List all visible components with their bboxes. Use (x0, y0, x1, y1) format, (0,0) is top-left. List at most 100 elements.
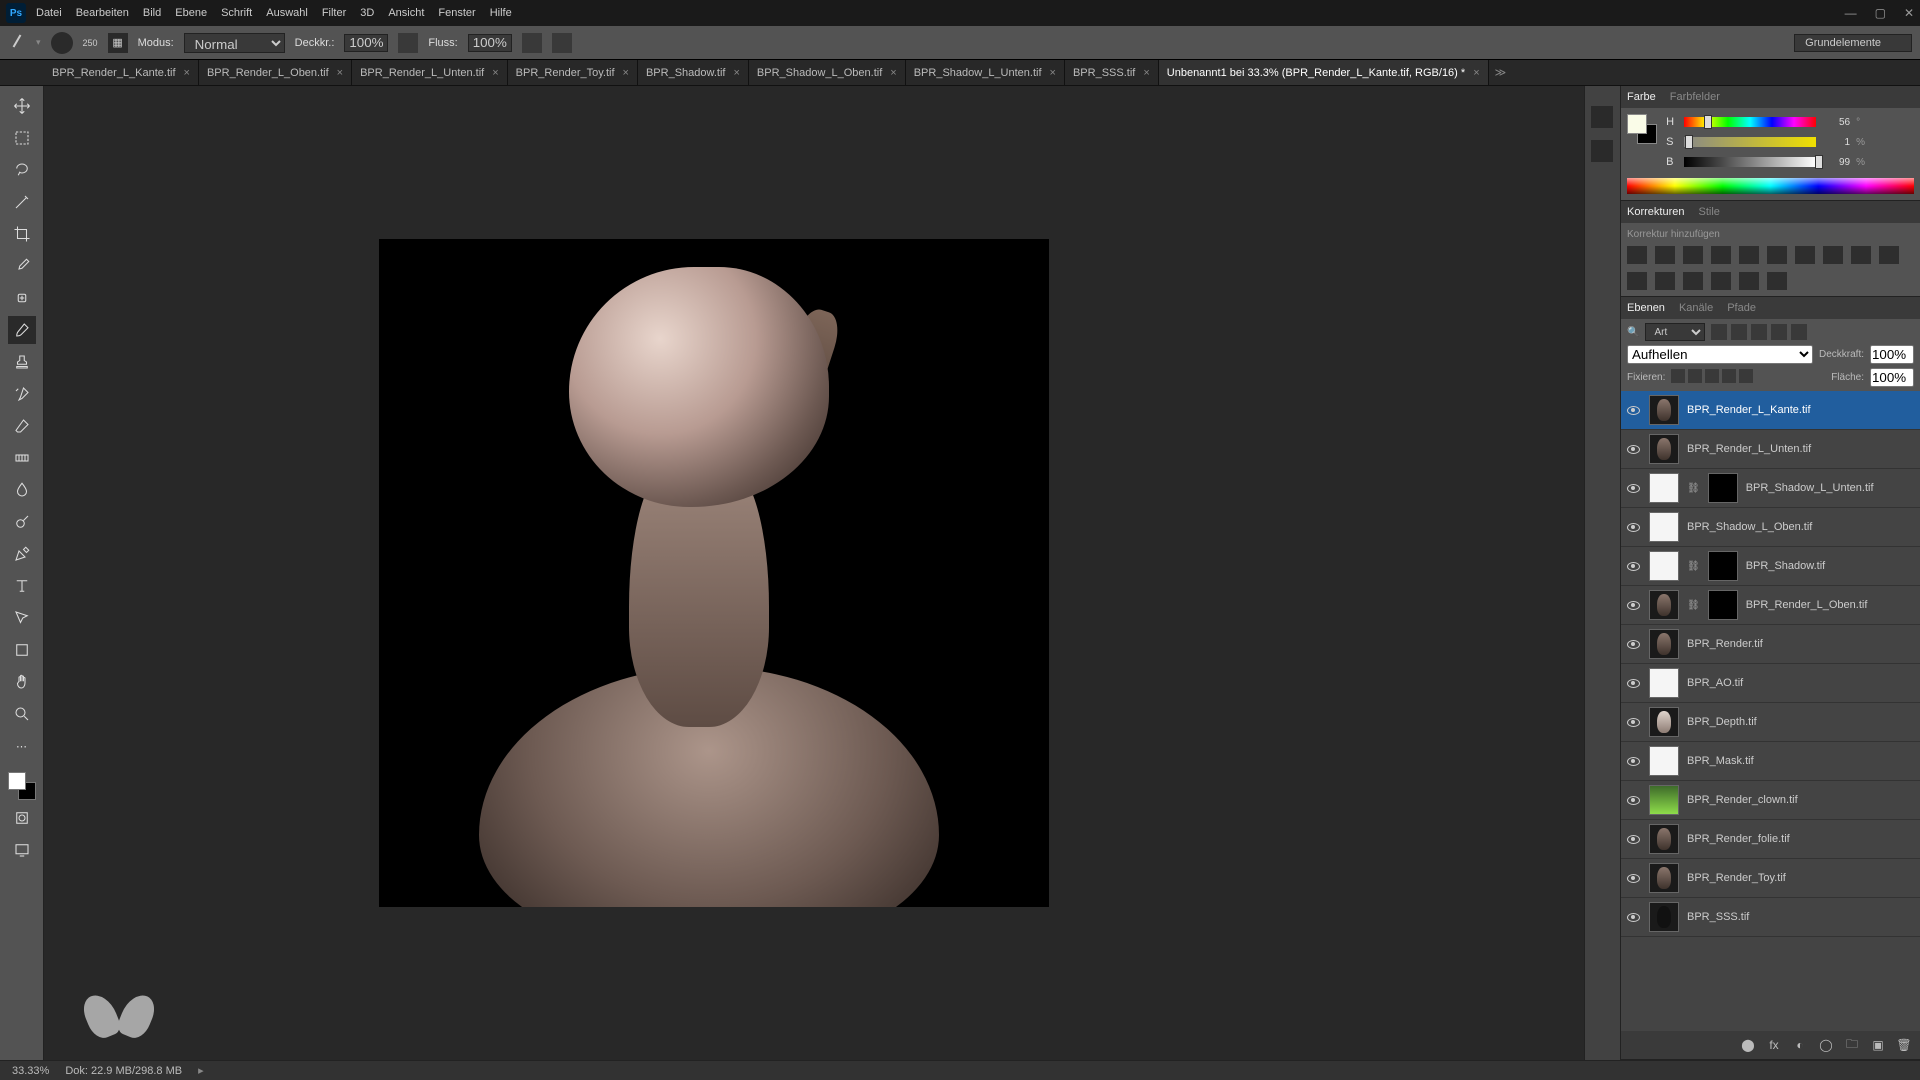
layer-thumbnail[interactable] (1649, 785, 1679, 815)
layers-list[interactable]: BPR_Render_L_Kante.tif BPR_Render_L_Unten… (1621, 391, 1920, 1031)
layer-name[interactable]: BPR_Render_L_Oben.tif (1746, 599, 1916, 611)
layer-thumbnail[interactable] (1649, 902, 1679, 932)
layer-visibility-toggle[interactable] (1625, 714, 1641, 730)
threshold-icon[interactable] (1711, 272, 1731, 290)
layer-opacity-input[interactable] (1870, 345, 1914, 364)
brightness-icon[interactable] (1627, 246, 1647, 264)
menu-auswahl[interactable]: Auswahl (266, 7, 308, 19)
menu-filter[interactable]: Filter (322, 7, 346, 19)
layer-link-icon[interactable]: ⛓ (1687, 483, 1700, 494)
document-tab[interactable]: BPR_Render_L_Unten.tif× (352, 60, 508, 85)
properties-panel-icon[interactable] (1591, 140, 1613, 162)
lock-all-icon[interactable] (1739, 369, 1753, 383)
layer-row[interactable]: BPR_Shadow_L_Oben.tif (1621, 508, 1920, 547)
layer-name[interactable]: BPR_Render_folie.tif (1687, 833, 1916, 845)
close-button[interactable]: ✕ (1904, 6, 1914, 20)
layer-name[interactable]: BPR_Depth.tif (1687, 716, 1916, 728)
layer-row[interactable]: BPR_Depth.tif (1621, 703, 1920, 742)
blur-tool[interactable] (8, 476, 36, 504)
layer-visibility-toggle[interactable] (1625, 792, 1641, 808)
tab-adjustments[interactable]: Korrekturen (1627, 206, 1684, 218)
layer-visibility-toggle[interactable] (1625, 402, 1641, 418)
eyedropper-tool[interactable] (8, 252, 36, 280)
layer-blend-select[interactable]: Aufhellen (1627, 345, 1813, 364)
type-tool[interactable] (8, 572, 36, 600)
tab-paths[interactable]: Pfade (1727, 302, 1756, 314)
sat-slider[interactable] (1684, 137, 1816, 147)
layer-thumbnail[interactable] (1649, 395, 1679, 425)
layer-thumbnail[interactable] (1649, 707, 1679, 737)
tab-channels[interactable]: Kanäle (1679, 302, 1713, 314)
healing-tool[interactable] (8, 284, 36, 312)
bright-value[interactable]: 99 (1822, 157, 1850, 168)
filter-pixel-icon[interactable] (1711, 324, 1727, 340)
brush-tool[interactable] (8, 316, 36, 344)
photofilter-icon[interactable] (1851, 246, 1871, 264)
layer-visibility-toggle[interactable] (1625, 636, 1641, 652)
layer-mask-icon[interactable]: ◐ (1792, 1037, 1808, 1053)
layer-name[interactable]: BPR_Render_L_Kante.tif (1687, 404, 1916, 416)
layer-name[interactable]: BPR_Shadow.tif (1746, 560, 1916, 572)
layer-thumbnail[interactable] (1649, 512, 1679, 542)
opacity-input[interactable] (344, 34, 388, 52)
layer-visibility-toggle[interactable] (1625, 909, 1641, 925)
canvas-area[interactable] (44, 86, 1584, 1060)
exposure-icon[interactable] (1711, 246, 1731, 264)
layer-name[interactable]: BPR_Render.tif (1687, 638, 1916, 650)
menu-schrift[interactable]: Schrift (221, 7, 252, 19)
screenmode-tool[interactable] (8, 836, 36, 864)
more-tools[interactable]: ⋯ (8, 732, 36, 760)
tabs-overflow-icon[interactable]: ≫ (1495, 66, 1507, 79)
tab-close-icon[interactable]: × (1050, 67, 1056, 79)
tab-layers[interactable]: Ebenen (1627, 302, 1665, 314)
layer-name[interactable]: BPR_Render_L_Unten.tif (1687, 443, 1916, 455)
document-tab[interactable]: BPR_Render_Toy.tif× (508, 60, 638, 85)
menu-datei[interactable]: Datei (36, 7, 62, 19)
menu-bild[interactable]: Bild (143, 7, 161, 19)
lock-paint-icon[interactable] (1688, 369, 1702, 383)
eraser-tool[interactable] (8, 412, 36, 440)
filter-shape-icon[interactable] (1771, 324, 1787, 340)
quickmask-tool[interactable] (8, 804, 36, 832)
hand-tool[interactable] (8, 668, 36, 696)
color-swatches[interactable] (8, 772, 36, 800)
filter-type-icon[interactable] (1751, 324, 1767, 340)
color-spectrum[interactable] (1627, 178, 1914, 194)
tab-close-icon[interactable]: × (492, 67, 498, 79)
airbrush-button[interactable] (522, 33, 542, 53)
delete-layer-icon[interactable]: 🗑 (1896, 1037, 1912, 1053)
layer-row[interactable]: BPR_Render.tif (1621, 625, 1920, 664)
opacity-pressure-button[interactable] (398, 33, 418, 53)
tab-close-icon[interactable]: × (184, 67, 190, 79)
lock-artboard-icon[interactable] (1722, 369, 1736, 383)
layer-row[interactable]: BPR_Render_Toy.tif (1621, 859, 1920, 898)
tab-styles[interactable]: Stile (1698, 206, 1719, 218)
layer-row[interactable]: BPR_Render_L_Kante.tif (1621, 391, 1920, 430)
layer-fill-input[interactable] (1870, 368, 1914, 387)
layer-row[interactable]: BPR_SSS.tif (1621, 898, 1920, 937)
lock-trans-icon[interactable] (1671, 369, 1685, 383)
colorlookup-icon[interactable] (1627, 272, 1647, 290)
tab-close-icon[interactable]: × (733, 67, 739, 79)
tab-close-icon[interactable]: × (1143, 67, 1149, 79)
layer-visibility-toggle[interactable] (1625, 558, 1641, 574)
brush-preset-button[interactable] (51, 32, 73, 54)
tablet-pressure-button[interactable] (552, 33, 572, 53)
layer-thumbnail[interactable] (1649, 434, 1679, 464)
hue-value[interactable]: 56 (1822, 117, 1850, 128)
posterize-icon[interactable] (1683, 272, 1703, 290)
adjustment-layer-icon[interactable]: ◯ (1818, 1037, 1834, 1053)
lock-pos-icon[interactable] (1705, 369, 1719, 383)
stamp-tool[interactable] (8, 348, 36, 376)
layer-row[interactable]: ⛓BPR_Shadow.tif (1621, 547, 1920, 586)
document-tab[interactable]: BPR_Render_L_Kante.tif× (44, 60, 199, 85)
menu-ebene[interactable]: Ebene (175, 7, 207, 19)
layer-row[interactable]: BPR_Render_folie.tif (1621, 820, 1920, 859)
move-tool[interactable] (8, 92, 36, 120)
zoom-level[interactable]: 33.33% (12, 1065, 49, 1077)
layer-visibility-toggle[interactable] (1625, 831, 1641, 847)
layer-visibility-toggle[interactable] (1625, 480, 1641, 496)
menu-fenster[interactable]: Fenster (438, 7, 475, 19)
layer-visibility-toggle[interactable] (1625, 675, 1641, 691)
layer-visibility-toggle[interactable] (1625, 597, 1641, 613)
